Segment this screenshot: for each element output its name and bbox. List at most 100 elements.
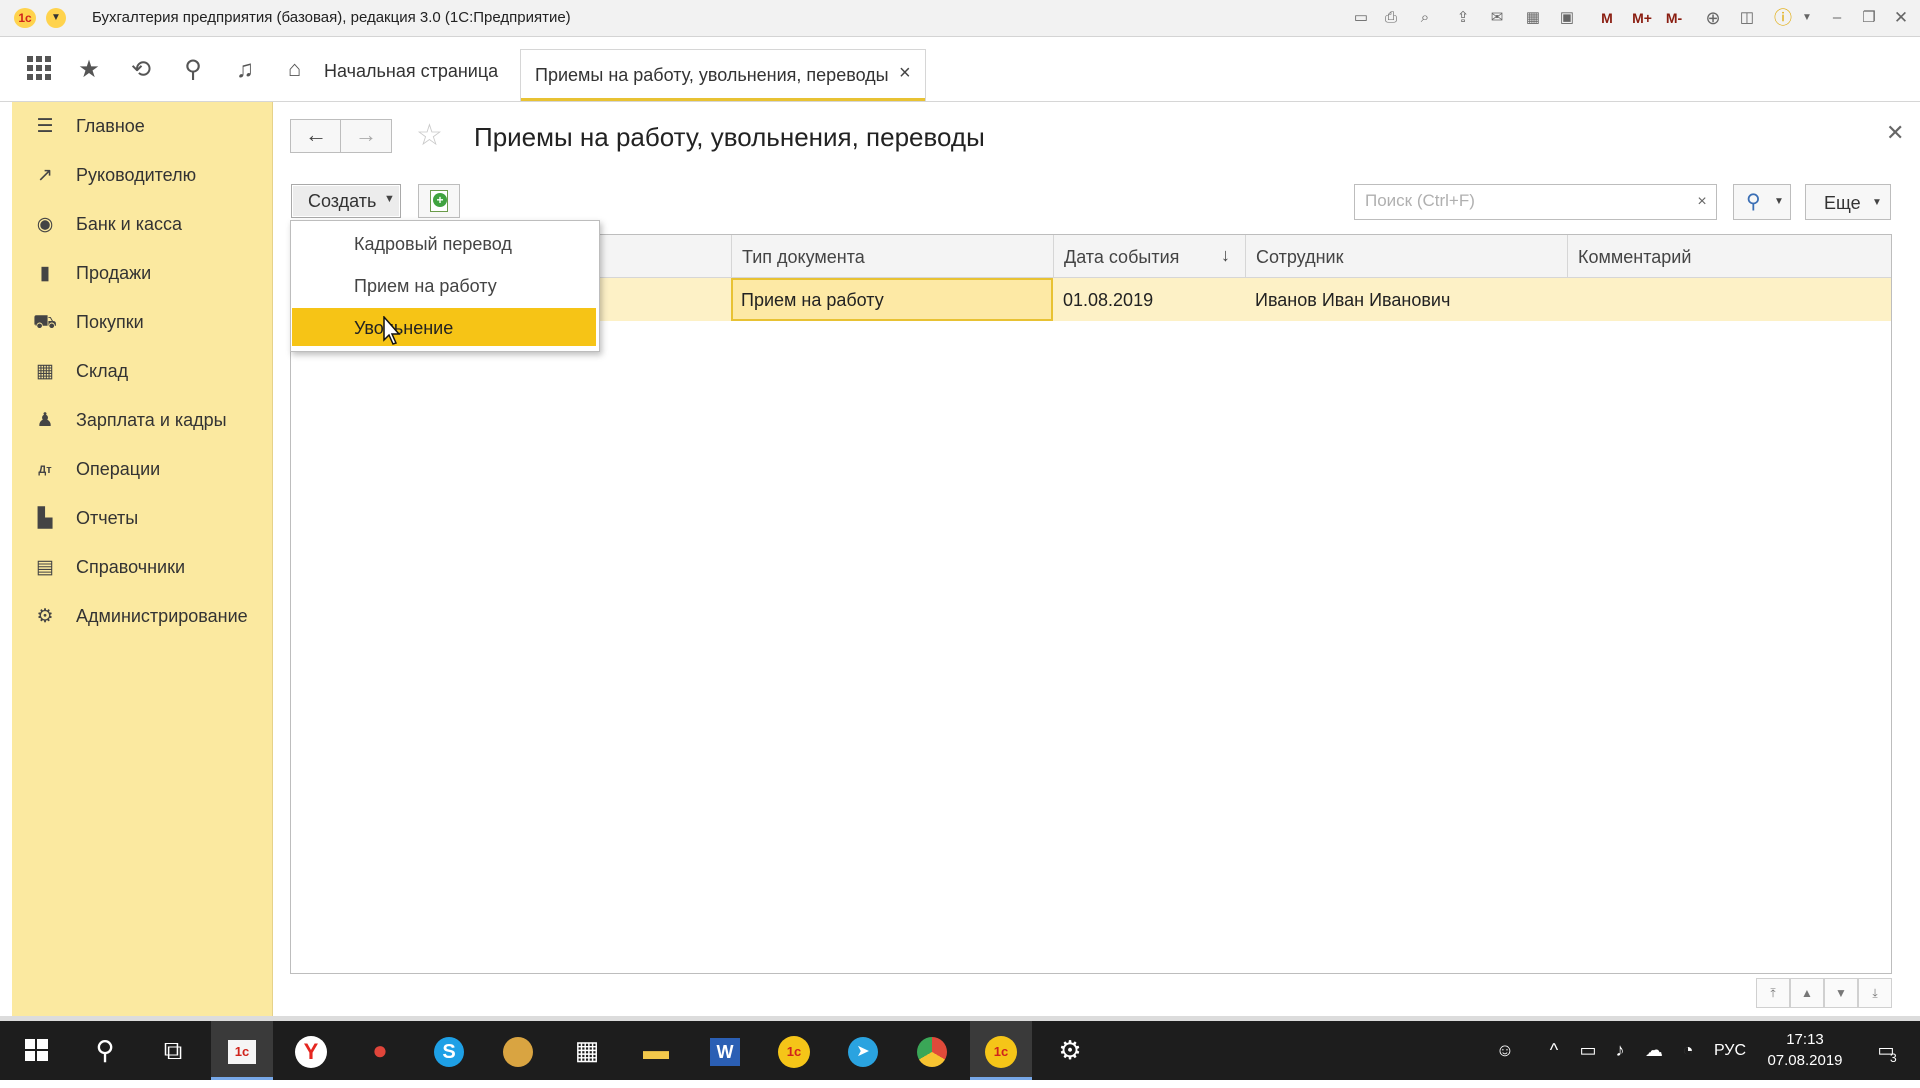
scroll-up-icon[interactable]: ▲ bbox=[1790, 978, 1824, 1008]
history-icon[interactable]: ⟲ bbox=[126, 55, 156, 85]
coin-icon: ◉ bbox=[36, 214, 54, 235]
print-icon[interactable]: ⎙ bbox=[1380, 8, 1402, 28]
bar-chart-icon: ▙ bbox=[37, 508, 53, 529]
sidebar-item-sales[interactable]: ▮ Продажи bbox=[12, 249, 272, 298]
save-icon[interactable]: ▭ bbox=[1350, 8, 1372, 28]
tab-close-icon[interactable]: × bbox=[899, 62, 911, 85]
create-button[interactable]: Создать ▼ bbox=[291, 184, 401, 218]
menu-item-transfer[interactable]: Кадровый перевод bbox=[292, 224, 596, 262]
m-icon[interactable]: M bbox=[1596, 8, 1618, 28]
tab-home[interactable]: ⌂ Начальная страница bbox=[280, 38, 520, 102]
notifications-bell-icon[interactable]: ♫ bbox=[230, 55, 260, 85]
clock-app-icon[interactable] bbox=[487, 1021, 549, 1080]
cell-event-date[interactable]: 01.08.2019 bbox=[1053, 278, 1245, 321]
create-by-copy-button[interactable]: + bbox=[418, 184, 460, 218]
window-close-icon[interactable]: ✕ bbox=[1890, 8, 1912, 28]
column-header-event-date[interactable]: Дата события ↓ bbox=[1053, 235, 1246, 277]
preview-icon[interactable]: ⌕ bbox=[1414, 8, 1436, 28]
search-icon[interactable]: ⚲ bbox=[178, 55, 208, 85]
scroll-to-top-icon[interactable]: ⤒ bbox=[1756, 978, 1790, 1008]
telegram-icon[interactable]: ➤ bbox=[832, 1021, 894, 1080]
gear-icon: ⚙ bbox=[36, 606, 54, 627]
forward-button[interactable]: → bbox=[340, 119, 392, 153]
search-input[interactable] bbox=[1355, 185, 1675, 217]
info-menu-chevron-icon[interactable]: ▼ bbox=[1796, 8, 1818, 28]
sidebar-item-label: Справочники bbox=[76, 557, 186, 577]
sidebar-item-reports[interactable]: ▙ Отчеты bbox=[12, 494, 272, 543]
sidebar-item-operations[interactable]: Дт Операции bbox=[12, 445, 272, 494]
menu-item-label: Увольнение bbox=[354, 318, 454, 338]
task-view-icon[interactable]: ⧉ bbox=[142, 1021, 204, 1080]
search-field[interactable] bbox=[1354, 184, 1690, 220]
notifications-icon[interactable]: ▭ 3 bbox=[1866, 1021, 1906, 1080]
1c-active-icon[interactable]: 1с bbox=[970, 1021, 1032, 1080]
column-header-doc-type[interactable]: Тип документа bbox=[731, 235, 1054, 277]
battery-icon[interactable]: ▭ bbox=[1574, 1021, 1602, 1080]
more-actions-button[interactable]: Еще ▼ bbox=[1805, 184, 1891, 220]
info-icon[interactable]: ⓘ bbox=[1772, 8, 1794, 28]
settings-icon[interactable]: ⚙ bbox=[1039, 1021, 1101, 1080]
plus-icon: + bbox=[433, 193, 447, 207]
column-header-employee[interactable]: Сотрудник bbox=[1245, 235, 1568, 277]
language-indicator[interactable]: РУС bbox=[1708, 1021, 1752, 1080]
cell-employee[interactable]: Иванов Иван Иванович bbox=[1245, 278, 1567, 321]
column-header-comment[interactable]: Комментарий bbox=[1567, 235, 1892, 277]
sidebar-item-manager[interactable]: ↗ Руководителю bbox=[12, 151, 272, 200]
sidebar-item-label: Операции bbox=[76, 459, 161, 479]
tab-hiring-dismissals[interactable]: Приемы на работу, увольнения, переводы × bbox=[520, 49, 926, 101]
calculator-icon[interactable]: ▦ bbox=[556, 1021, 618, 1080]
favorites-star-icon[interactable]: ★ bbox=[74, 55, 104, 85]
sidebar-item-warehouse[interactable]: ▦ Склад bbox=[12, 347, 272, 396]
panel-icon[interactable]: ◫ bbox=[1736, 8, 1758, 28]
sidebar-item-purchases[interactable]: ⛟ Покупки bbox=[12, 298, 272, 347]
m-minus-icon[interactable]: M- bbox=[1660, 8, 1688, 28]
sidebar-item-administration[interactable]: ⚙ Администрирование bbox=[12, 592, 272, 641]
main-menu-chevron-icon[interactable]: ▼ bbox=[46, 8, 66, 28]
table-icon[interactable]: ▦ bbox=[1522, 8, 1544, 28]
cell-comment[interactable] bbox=[1567, 278, 1891, 321]
calendar-icon[interactable]: ▣ bbox=[1556, 8, 1578, 28]
search-button[interactable]: ⚲ ▼ bbox=[1733, 184, 1791, 220]
minimize-icon[interactable]: – bbox=[1826, 8, 1848, 28]
yandex-browser-icon[interactable]: Y bbox=[280, 1021, 342, 1080]
grid-icon bbox=[27, 56, 51, 80]
system-clock[interactable]: 17:13 07.08.2019 bbox=[1750, 1029, 1860, 1071]
start-icon[interactable] bbox=[6, 1021, 68, 1080]
sidebar-item-bank-cash[interactable]: ◉ Банк и касса bbox=[12, 200, 272, 249]
mail-icon[interactable]: ✉ bbox=[1486, 8, 1508, 28]
back-button[interactable]: ← bbox=[290, 119, 342, 153]
add-to-favorites-star-icon[interactable]: ☆ bbox=[416, 118, 443, 153]
restore-icon[interactable]: ❐ bbox=[1858, 8, 1880, 28]
1c-app-icon[interactable]: 1с bbox=[763, 1021, 825, 1080]
search-icon[interactable]: ⚲ bbox=[74, 1021, 136, 1080]
tray-chevron-up-icon[interactable]: ^ bbox=[1542, 1021, 1566, 1080]
1c-logo-icon[interactable]: 1с bbox=[14, 8, 36, 28]
m-plus-icon[interactable]: M+ bbox=[1628, 8, 1656, 28]
wifi-icon[interactable]: ◔ bbox=[1674, 1021, 1702, 1080]
search-clear-icon[interactable]: × bbox=[1688, 184, 1717, 220]
menu-item-dismissal[interactable]: Увольнение bbox=[292, 308, 596, 346]
sidebar-item-salary-hr[interactable]: ♟ Зарплата и кадры bbox=[12, 396, 272, 445]
cell-doc-type[interactable]: Прием на работу bbox=[731, 278, 1053, 321]
clock-time: 17:13 bbox=[1786, 1031, 1824, 1048]
apple-icon[interactable]: ● bbox=[349, 1021, 411, 1080]
all-sections-grid-icon[interactable] bbox=[24, 55, 54, 85]
scroll-to-bottom-icon[interactable]: ⤓ bbox=[1858, 978, 1892, 1008]
chrome-icon[interactable] bbox=[901, 1021, 963, 1080]
volume-icon[interactable]: ♪ bbox=[1606, 1021, 1634, 1080]
upload-icon[interactable]: ⇪ bbox=[1452, 8, 1474, 28]
menu-item-hiring[interactable]: Прием на работу bbox=[292, 266, 596, 304]
menu-icon: ☰ bbox=[36, 116, 54, 137]
form-close-icon[interactable]: ✕ bbox=[1886, 120, 1904, 146]
sync-icon[interactable]: ☁ bbox=[1640, 1021, 1668, 1080]
chevron-down-icon: ▼ bbox=[384, 193, 395, 205]
people-icon[interactable]: ☺ bbox=[1490, 1021, 1520, 1080]
sidebar-item-directories[interactable]: ▤ Справочники bbox=[12, 543, 272, 592]
word-icon[interactable]: W bbox=[694, 1021, 756, 1080]
file-explorer-icon[interactable]: ▬ bbox=[625, 1021, 687, 1080]
zoom-icon[interactable]: ⊕ bbox=[1702, 8, 1724, 28]
1c-start-icon[interactable]: 1с bbox=[211, 1021, 273, 1080]
sidebar-item-main[interactable]: ☰ Главное bbox=[12, 102, 272, 151]
skype-icon[interactable]: S bbox=[418, 1021, 480, 1080]
scroll-down-icon[interactable]: ▼ bbox=[1824, 978, 1858, 1008]
